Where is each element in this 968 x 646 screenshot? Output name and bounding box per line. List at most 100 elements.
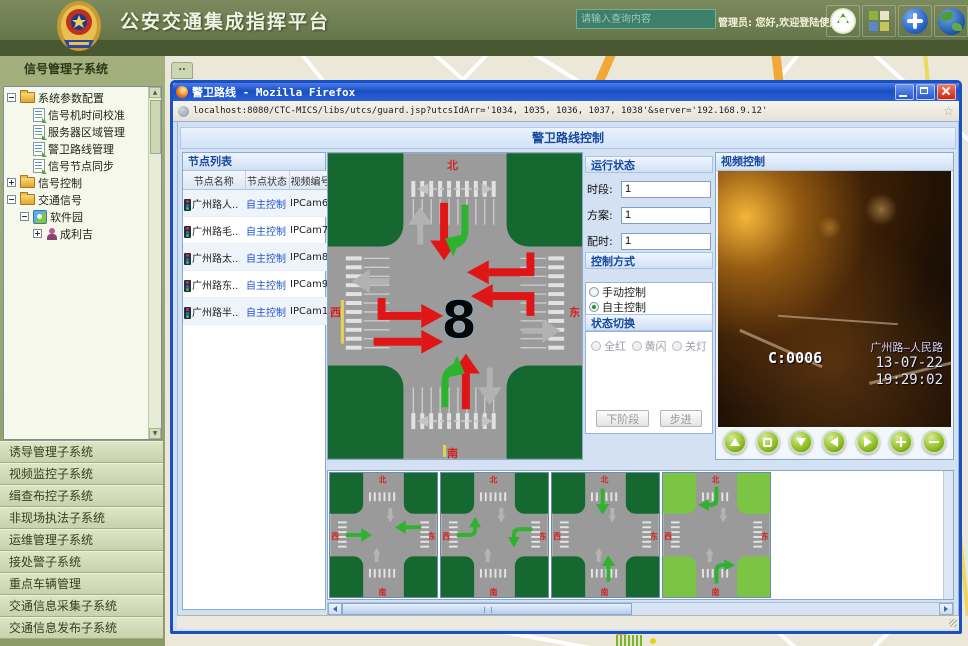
- scroll-down-icon[interactable]: ▼: [149, 428, 161, 439]
- sidebar-item-subsystem[interactable]: 视频监控子系统: [0, 463, 163, 485]
- scroll-right-icon[interactable]: [939, 603, 953, 615]
- traffic-light-icon: [184, 199, 191, 211]
- minimize-button[interactable]: [895, 84, 914, 100]
- control-mode-option[interactable]: 手动控制: [589, 284, 709, 299]
- compass-west: 西: [330, 306, 341, 319]
- countdown-number: 8: [441, 291, 477, 351]
- globe-icon[interactable]: [934, 5, 968, 37]
- collapse-icon[interactable]: [7, 93, 16, 102]
- maximize-button[interactable]: [916, 84, 935, 100]
- url-bar[interactable]: localhost:8080/CTC-MICS/libs/utcs/guard.…: [173, 101, 959, 122]
- node-status-link[interactable]: 自主控制: [245, 244, 289, 271]
- sidebar-item-subsystem[interactable]: 诱导管理子系统: [0, 441, 163, 463]
- thumbs-horizontal-scrollbar[interactable]: [327, 602, 954, 616]
- expand-icon[interactable]: [7, 178, 16, 187]
- recycle-icon[interactable]: [826, 5, 860, 37]
- folder-icon: [20, 194, 35, 205]
- col-node-name[interactable]: 节点名称: [183, 171, 245, 190]
- tree-item-doc[interactable]: 信号机时间校准: [4, 106, 148, 123]
- option-label: 全红: [604, 338, 626, 354]
- phase-thumbnail[interactable]: 北 南 西 东: [329, 472, 438, 598]
- plus-glyph: [902, 8, 928, 34]
- scroll-up-icon[interactable]: ▲: [149, 87, 161, 98]
- bookmark-star-icon[interactable]: ☆: [943, 104, 954, 118]
- search-input[interactable]: [576, 9, 716, 29]
- ptz-down-button[interactable]: [789, 430, 813, 454]
- ptz-stop-button[interactable]: [756, 430, 780, 454]
- traffic-light-icon: [184, 307, 191, 319]
- sidebar-item-subsystem[interactable]: 非现场执法子系统: [0, 507, 163, 529]
- ptz-left-button[interactable]: [822, 430, 846, 454]
- expand-icon[interactable]: [33, 229, 42, 238]
- field-input[interactable]: [621, 207, 711, 224]
- phase-step-button[interactable]: 下阶段: [596, 410, 649, 427]
- svg-text:南: 南: [712, 587, 720, 597]
- tree-item-app[interactable]: 软件园: [4, 208, 148, 225]
- sidebar-tree-panel: 系统参数配置信号机时间校准服务器区域管理警卫路线管理信号节点同步信号控制交通信号…: [3, 86, 162, 440]
- col-video-id[interactable]: 视频编号: [289, 171, 327, 190]
- state-switch-option: 关灯: [672, 338, 707, 353]
- svg-text:北: 北: [490, 475, 498, 485]
- sidebar-item-subsystem[interactable]: 缉查布控子系统: [0, 485, 163, 507]
- table-row[interactable]: 广州路人..自主控制IPCam6: [183, 190, 327, 217]
- node-status-link[interactable]: 自主控制: [245, 217, 289, 244]
- tree-item-doc[interactable]: 服务器区域管理: [4, 123, 148, 140]
- sidebar-item-subsystem[interactable]: 交通信息采集子系统: [0, 595, 163, 617]
- sidebar-item-subsystem[interactable]: 重点车辆管理: [0, 573, 163, 595]
- sidebar-item-subsystem[interactable]: 接处警子系统: [0, 551, 163, 573]
- apps-grid-icon[interactable]: [862, 5, 896, 37]
- col-node-status[interactable]: 节点状态: [245, 171, 289, 190]
- control-mode-option[interactable]: 自主控制: [589, 299, 709, 314]
- tree-item-folder[interactable]: 系统参数配置: [4, 89, 148, 106]
- status-column: 运行状态 时段:方案:配时: 控制方式 手动控制自主控制 状态切换 全红黄闪关灯…: [585, 152, 713, 460]
- tree-scrollbar[interactable]: ▲ ▼: [148, 87, 161, 439]
- tree-scroll-thumb[interactable]: [150, 100, 161, 154]
- collapse-icon[interactable]: [7, 195, 16, 204]
- phase-step-button[interactable]: 步进: [660, 410, 702, 427]
- radio-icon[interactable]: [589, 287, 599, 297]
- field-label: 方案:: [587, 207, 621, 223]
- ptz-zoom-out-button[interactable]: [922, 430, 946, 454]
- url-text[interactable]: localhost:8080/CTC-MICS/libs/utcs/guard.…: [193, 106, 939, 116]
- node-status-link[interactable]: 自主控制: [245, 190, 289, 217]
- phase-thumbnail[interactable]: 北 南 西 东: [551, 472, 660, 598]
- map-panel-collapse-tab[interactable]: ..: [171, 62, 193, 79]
- ptz-up-button[interactable]: [723, 430, 747, 454]
- field-input[interactable]: [621, 181, 711, 198]
- tree-item-doc[interactable]: 警卫路线管理: [4, 140, 148, 157]
- resize-grip[interactable]: [949, 619, 957, 627]
- collapse-icon[interactable]: [20, 212, 29, 221]
- table-row[interactable]: 广州路太..自主控制IPCam8: [183, 244, 327, 271]
- recycle-glyph: [830, 8, 856, 34]
- node-list-panel: 节点列表 节点名称 节点状态 视频编号 广州路人..自主控制IPCam6广州路毛…: [182, 152, 326, 610]
- state-switch-option: 全红: [591, 338, 626, 353]
- sidebar-item-subsystem[interactable]: 运维管理子系统: [0, 529, 163, 551]
- tree-item-doc[interactable]: 信号节点同步: [4, 157, 148, 174]
- table-row[interactable]: 广州路东..自主控制IPCam9: [183, 271, 327, 298]
- close-button[interactable]: [937, 84, 956, 100]
- sidebar-item-subsystem[interactable]: 交通信息发布子系统: [0, 617, 163, 639]
- ptz-right-button[interactable]: [856, 430, 880, 454]
- node-table: 节点名称 节点状态 视频编号 广州路人..自主控制IPCam6广州路毛..自主控…: [183, 171, 328, 325]
- thumbs-vertical-scrollbar[interactable]: [943, 471, 953, 599]
- video-id: IPCam6: [289, 190, 327, 217]
- video-feed[interactable]: C:0006 广州路—人民路 13-07-22 19:29:02: [718, 171, 951, 427]
- field-input[interactable]: [621, 233, 711, 250]
- scroll-left-icon[interactable]: [328, 603, 342, 615]
- table-row[interactable]: 广州路毛..自主控制IPCam7: [183, 217, 327, 244]
- phase-thumbnail[interactable]: 北 南 西 东: [662, 472, 771, 598]
- hscroll-thumb[interactable]: [342, 603, 632, 615]
- ptz-zoom-in-button[interactable]: [889, 430, 913, 454]
- tree-item-folder[interactable]: 信号控制: [4, 174, 148, 191]
- tree-item-folder[interactable]: 交通信号: [4, 191, 148, 208]
- video-panel-title: 视频控制: [716, 153, 953, 171]
- node-status-link[interactable]: 自主控制: [245, 271, 289, 298]
- tree-item-user[interactable]: 成利吉: [4, 225, 148, 242]
- phase-thumbnail[interactable]: 北 南 西 东: [440, 472, 549, 598]
- window-titlebar[interactable]: 警卫路线 - Mozilla Firefox: [173, 83, 959, 101]
- page-favicon: [178, 106, 189, 117]
- node-status-link[interactable]: 自主控制: [245, 298, 289, 325]
- radio-selected-icon[interactable]: [589, 302, 599, 312]
- table-row[interactable]: 广州路半..自主控制IPCam10: [183, 298, 327, 325]
- add-icon[interactable]: [898, 5, 932, 37]
